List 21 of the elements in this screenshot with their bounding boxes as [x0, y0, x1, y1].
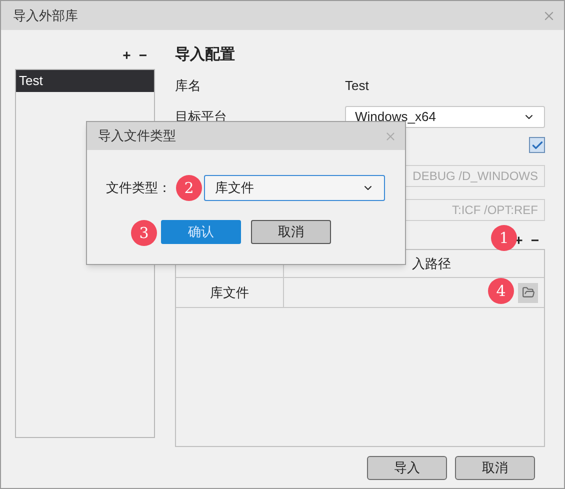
folder-icon [522, 286, 534, 299]
dialog-button[interactable]: 取消 [455, 456, 535, 480]
window-title: 导入外部库 [13, 6, 78, 25]
step-marker: 1 [491, 225, 517, 251]
section-heading: 导入配置 [175, 45, 236, 65]
platform-select[interactable]: Windows_x64 [345, 106, 545, 128]
column-header: 入路径 [412, 254, 451, 273]
field-label: 库名 [175, 77, 202, 96]
field-label: 文件类型： [106, 179, 171, 198]
field-value: Test [345, 77, 369, 96]
file-type-select[interactable]: 库文件 [204, 175, 385, 201]
dialog-button[interactable]: 导入 [367, 456, 447, 480]
browse-button[interactable] [518, 282, 538, 302]
checkbox[interactable] [529, 137, 545, 153]
cancel-button[interactable]: 取消 [251, 220, 331, 244]
remove-button[interactable]: − [530, 230, 539, 248]
add-button[interactable]: + [122, 45, 131, 66]
list-item[interactable]: Test [16, 70, 154, 92]
table-cell-text: 库文件 [210, 284, 249, 302]
remove-button[interactable]: − [138, 45, 147, 66]
dialog-title: 导入文件类型 [98, 127, 176, 146]
